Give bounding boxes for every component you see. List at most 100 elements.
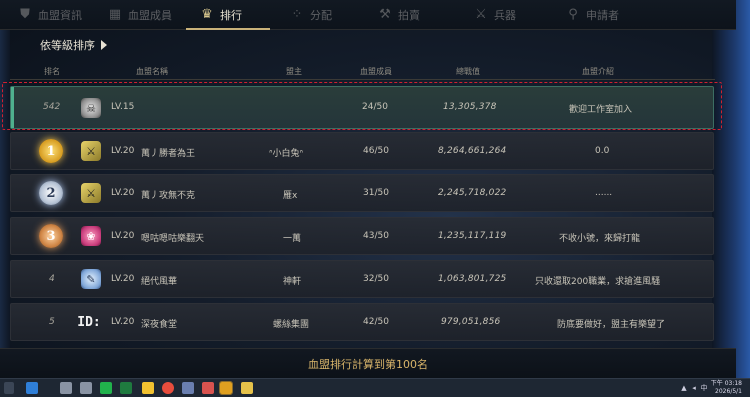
header-members: 血盟成員 bbox=[360, 67, 392, 76]
clock-date: 2026/5/1 bbox=[715, 388, 742, 395]
header-intro: 血盟介紹 bbox=[582, 67, 614, 76]
header-clan-name: 血盟名稱 bbox=[136, 67, 168, 76]
taskbar-app-icon[interactable] bbox=[142, 382, 154, 394]
tab-label: 兵器 bbox=[494, 9, 516, 22]
sword-emblem-icon: ⚔ bbox=[81, 141, 101, 161]
row-power: 2,245,718,022 bbox=[438, 188, 507, 198]
tab-label: 申請者 bbox=[586, 9, 619, 22]
tab-label: 拍賣 bbox=[398, 9, 420, 22]
taskbar-clock[interactable]: 下午 03:18 2026/5/1 bbox=[711, 380, 742, 396]
chrome-icon[interactable] bbox=[162, 382, 174, 394]
row-level: LV.20 bbox=[111, 274, 135, 284]
network-icon[interactable]: ▲ bbox=[680, 384, 688, 392]
taskbar-app-icon[interactable] bbox=[60, 382, 72, 394]
row-level: LV.20 bbox=[111, 231, 135, 241]
row-intro: 0.0 bbox=[595, 146, 610, 156]
taskbar-app-icon[interactable] bbox=[182, 382, 194, 394]
applicant-icon: ⚲ bbox=[568, 7, 578, 22]
bronze-medal-icon: 3 bbox=[39, 224, 63, 248]
rose-emblem-icon: ❀ bbox=[81, 226, 101, 246]
gavel-icon: ⚒ bbox=[379, 7, 391, 22]
table-row[interactable]: 5 ID: LV.20 深夜食堂 螺絲集團 42/50 979,051,856 … bbox=[10, 303, 714, 341]
gold-medal-icon: 1 bbox=[39, 139, 63, 163]
row-level: LV.20 bbox=[111, 146, 135, 156]
table-row[interactable]: 2 ⚔ LV.20 萬丿攻無不克 雁x 31/50 2,245,718,022 … bbox=[10, 174, 714, 212]
row-level: LV.20 bbox=[111, 317, 135, 327]
row-leader: 雁x bbox=[283, 191, 298, 201]
row-power: 1,063,801,725 bbox=[438, 274, 507, 284]
sort-by-level-button[interactable]: 依等級排序 bbox=[40, 37, 107, 53]
tab-weapons[interactable]: ⚔ 兵器 bbox=[474, 0, 516, 30]
ime-lang-indicator[interactable]: 中 bbox=[700, 384, 708, 392]
tab-label: 分配 bbox=[310, 9, 332, 22]
tab-label: 血盟成員 bbox=[128, 9, 172, 22]
row-power: 1,235,117,119 bbox=[438, 231, 507, 241]
header-total-power: 總戰值 bbox=[456, 67, 480, 76]
row-clan-name: 萬丿勝者為王 bbox=[141, 149, 196, 159]
play-icon bbox=[101, 40, 107, 50]
row-members: 42/50 bbox=[363, 317, 389, 327]
row-leader: 神軒 bbox=[283, 277, 302, 287]
weapon-icon: ⚔ bbox=[475, 7, 487, 22]
distribute-icon: ⁘ bbox=[291, 7, 303, 22]
row-leader: 一萬 bbox=[283, 234, 302, 244]
right-edge bbox=[712, 0, 750, 378]
active-tab-underline bbox=[186, 28, 270, 30]
row-intro: ...... bbox=[595, 188, 613, 198]
row-intro: 只收還取200職業，求搶進風騷 bbox=[535, 277, 661, 287]
left-edge bbox=[0, 0, 10, 378]
shield-icon: ⛊ bbox=[20, 7, 30, 22]
taskbar-app-icon[interactable] bbox=[202, 382, 214, 394]
row-leader: ᐢ小白兔ᐢ bbox=[269, 149, 304, 159]
header-rank: 排名 bbox=[44, 67, 60, 76]
line-app-icon[interactable] bbox=[100, 382, 112, 394]
feather-emblem-icon: ✎ bbox=[81, 269, 101, 289]
row-intro: 不收小號，來歸打龍 bbox=[559, 234, 641, 244]
excel-icon[interactable] bbox=[120, 382, 132, 394]
selection-dashed-outline bbox=[2, 82, 722, 130]
volume-icon[interactable]: ◂ bbox=[690, 384, 698, 392]
tab-clan-members[interactable]: ▦ 血盟成員 bbox=[108, 0, 172, 30]
windows-taskbar: ▲ ◂ 中 下午 03:18 2026/5/1 bbox=[0, 378, 750, 397]
silver-medal-icon: 2 bbox=[39, 181, 63, 205]
tab-applicants[interactable]: ⚲ 申請者 bbox=[566, 0, 619, 30]
row-clan-name: 萬丿攻無不克 bbox=[141, 191, 196, 201]
row-members: 32/50 bbox=[363, 274, 389, 284]
folder-icon[interactable] bbox=[241, 382, 253, 394]
clock-time: 下午 03:18 bbox=[710, 380, 742, 387]
table-header: 排名 血盟名稱 盟主 血盟成員 總戰值 血盟介紹 bbox=[10, 62, 715, 80]
row-leader: 螺絲集團 bbox=[273, 320, 310, 330]
top-navigation: ⛊ 血盟資訊 ▦ 血盟成員 ♛ 排行 ⁘ 分配 ⚒ 拍賣 ⚔ 兵器 ⚲ 申請者 bbox=[0, 0, 736, 30]
tab-ranking[interactable]: ♛ 排行 bbox=[200, 0, 242, 30]
ranking-icon: ♛ bbox=[201, 7, 213, 22]
members-icon: ▦ bbox=[108, 7, 122, 22]
tab-label: 排行 bbox=[220, 9, 242, 22]
taskbar-app-icon[interactable] bbox=[80, 382, 92, 394]
tab-label: 血盟資訊 bbox=[38, 9, 82, 22]
table-row[interactable]: 3 ❀ LV.20 嗯咕嗯咕樂翻天 一萬 43/50 1,235,117,119… bbox=[10, 217, 714, 255]
task-view-icon[interactable] bbox=[26, 382, 38, 394]
tab-clan-info[interactable]: ⛊ 血盟資訊 bbox=[18, 0, 82, 30]
row-clan-name: 嗯咕嗯咕樂翻天 bbox=[141, 234, 205, 244]
row-level: LV.20 bbox=[111, 188, 135, 198]
tab-auction[interactable]: ⚒ 拍賣 bbox=[378, 0, 420, 30]
row-clan-name: 深夜食堂 bbox=[141, 320, 178, 330]
row-members: 43/50 bbox=[363, 231, 389, 241]
id-emblem-icon: ID: bbox=[77, 314, 101, 330]
windows-start-icon[interactable] bbox=[4, 382, 14, 394]
row-rank: 4 bbox=[49, 274, 55, 284]
header-leader: 盟主 bbox=[286, 67, 302, 76]
row-members: 31/50 bbox=[363, 188, 389, 198]
game-app-icon[interactable] bbox=[219, 381, 233, 395]
tab-distribute[interactable]: ⁘ 分配 bbox=[290, 0, 332, 30]
table-row[interactable]: 1 ⚔ LV.20 萬丿勝者為王 ᐢ小白兔ᐢ 46/50 8,264,661,2… bbox=[10, 132, 714, 170]
ranking-footer-note: 血盟排行計算到第100名 bbox=[308, 357, 428, 371]
row-clan-name: 絕代風華 bbox=[141, 277, 178, 287]
sword-emblem-icon: ⚔ bbox=[81, 183, 101, 203]
row-intro: 防底要做好，盟主有樂望了 bbox=[557, 320, 666, 330]
sort-label: 依等級排序 bbox=[40, 39, 95, 52]
row-power: 8,264,661,264 bbox=[438, 146, 507, 156]
row-power: 979,051,856 bbox=[441, 317, 501, 327]
table-row[interactable]: 4 ✎ LV.20 絕代風華 神軒 32/50 1,063,801,725 只收… bbox=[10, 260, 714, 298]
row-members: 46/50 bbox=[363, 146, 389, 156]
